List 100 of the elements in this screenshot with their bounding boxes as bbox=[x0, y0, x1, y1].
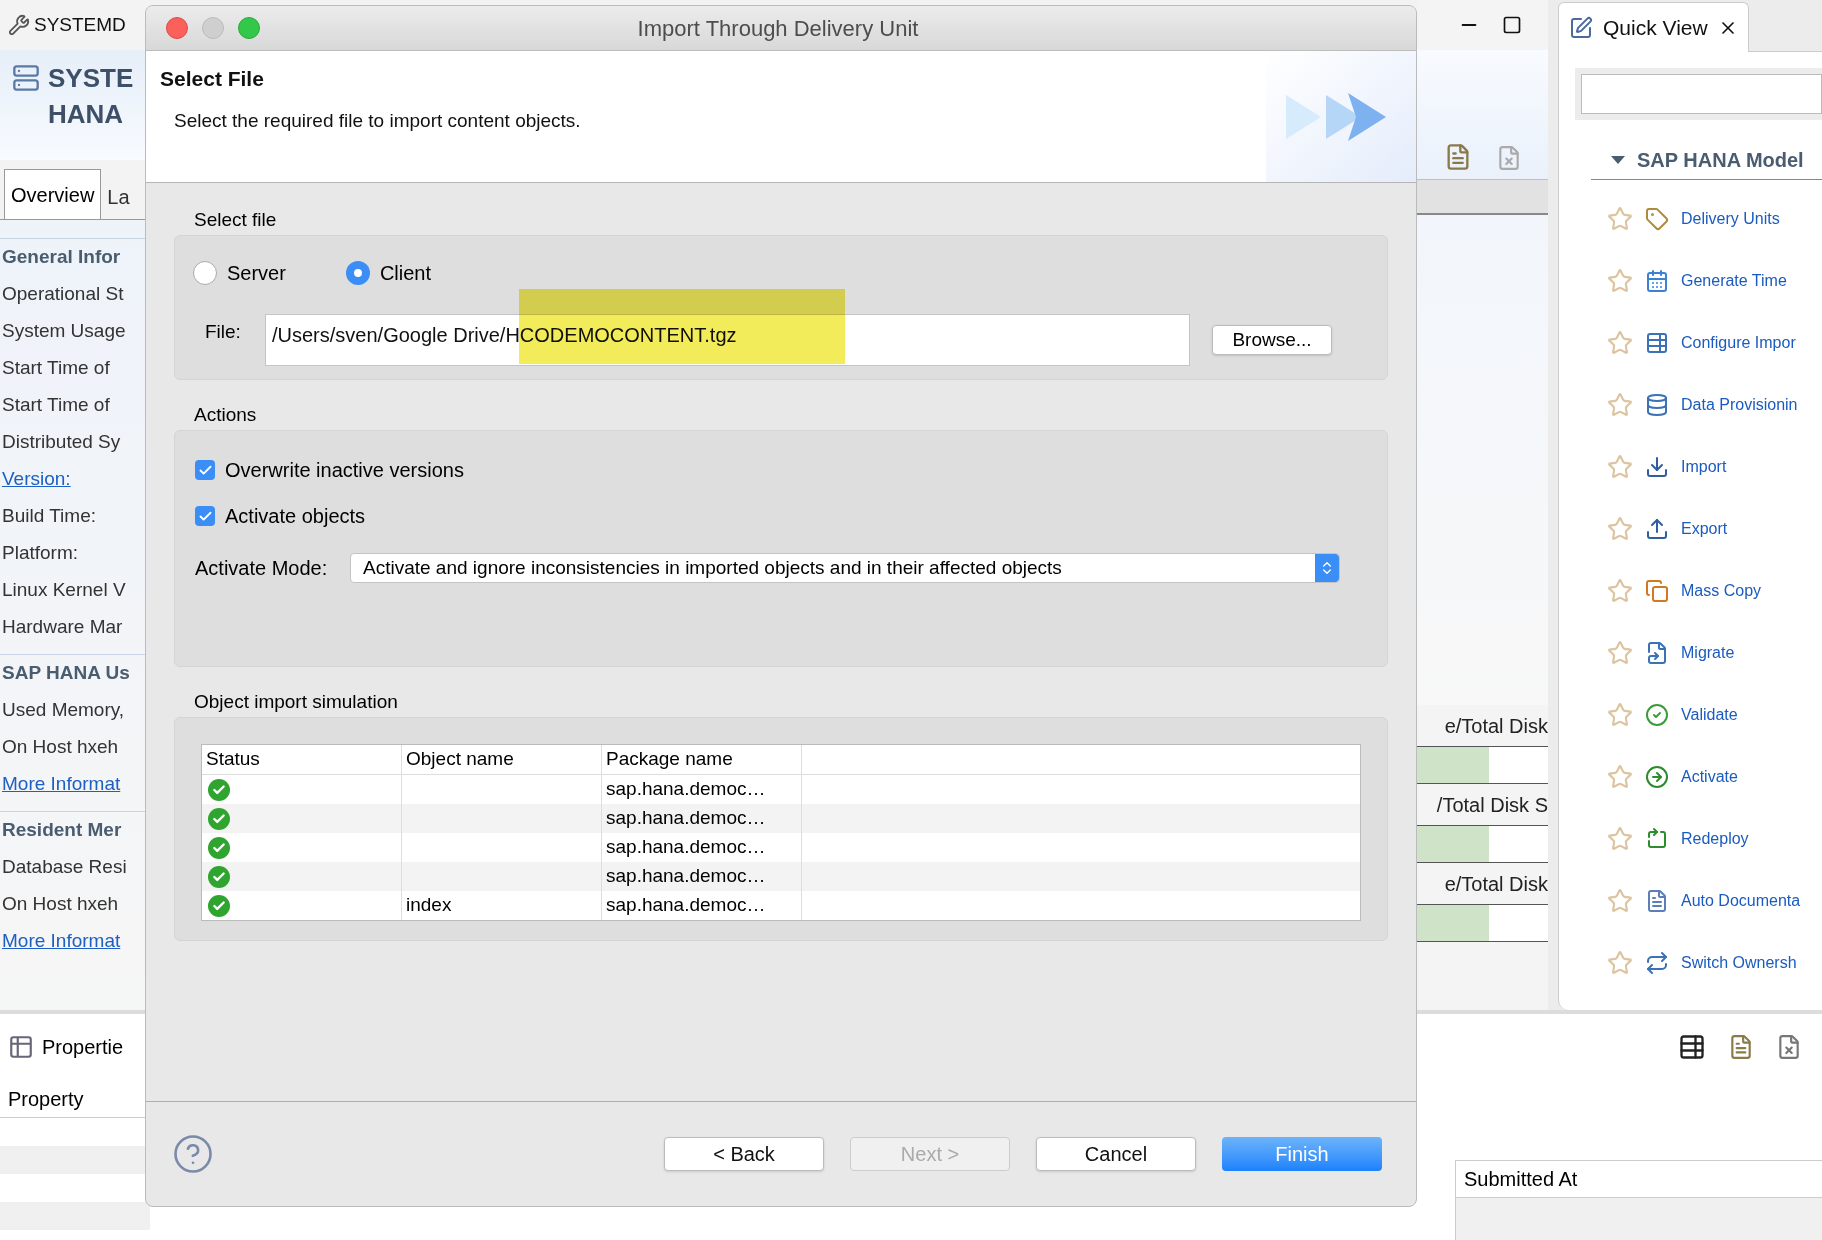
section-heading: General Infor bbox=[1, 245, 121, 270]
quick-view-link[interactable]: Activate bbox=[1681, 765, 1738, 789]
document-remove-icon[interactable] bbox=[1776, 1034, 1802, 1060]
info-label: Linux Kernel V bbox=[1, 578, 126, 603]
panel-tab[interactable]: Propertie bbox=[42, 1032, 124, 1062]
info-link[interactable]: Version: bbox=[0, 465, 71, 494]
column-header[interactable]: Package name bbox=[606, 745, 733, 774]
table-cell-text: sap.hana.democ… bbox=[606, 806, 766, 831]
close-window-button[interactable] bbox=[166, 17, 188, 39]
info-label: Operational St bbox=[1, 282, 124, 307]
favorite-star-icon[interactable] bbox=[1607, 268, 1633, 294]
help-icon[interactable] bbox=[172, 1133, 214, 1175]
quick-view-link[interactable]: Switch Ownersh bbox=[1681, 951, 1797, 975]
column-header: Submitted At bbox=[1464, 1167, 1578, 1192]
collapse-toggle-icon[interactable] bbox=[1611, 155, 1625, 164]
document-remove-icon[interactable] bbox=[1496, 145, 1522, 171]
table-cell-text: sap.hana.democ… bbox=[606, 777, 766, 802]
disk-usage-label: e/Total Disk bbox=[1444, 871, 1548, 897]
import-icon bbox=[1645, 455, 1669, 479]
quick-view-link[interactable]: Data Provisionin bbox=[1681, 393, 1798, 417]
quick-view-link[interactable]: Delivery Units bbox=[1681, 207, 1780, 231]
checkbox[interactable] bbox=[195, 506, 215, 526]
editor-tab[interactable]: La bbox=[101, 175, 136, 219]
section-heading: SAP HANA Us bbox=[1, 661, 130, 686]
info-label: Hardware Mar bbox=[1, 615, 123, 640]
column-header: Property bbox=[8, 1086, 84, 1112]
export-icon bbox=[1645, 517, 1669, 541]
document-icon[interactable] bbox=[1728, 1034, 1754, 1060]
section-label: Select file bbox=[194, 207, 277, 232]
favorite-star-icon[interactable] bbox=[1607, 206, 1633, 232]
radio-button[interactable] bbox=[193, 261, 217, 285]
system-icon bbox=[12, 64, 40, 92]
dialog-title: Import Through Delivery Unit bbox=[637, 14, 919, 43]
dialog-button[interactable]: Cancel bbox=[1036, 1137, 1196, 1171]
favorite-star-icon[interactable] bbox=[1607, 454, 1633, 480]
favorite-star-icon[interactable] bbox=[1607, 330, 1633, 356]
switch-icon bbox=[1645, 951, 1669, 975]
column-header[interactable]: Object name bbox=[406, 745, 514, 774]
checkbox-label[interactable]: Overwrite inactive versions bbox=[225, 455, 464, 485]
editor-tab[interactable]: Overview bbox=[4, 169, 102, 219]
favorite-star-icon[interactable] bbox=[1607, 578, 1633, 604]
favorite-star-icon[interactable] bbox=[1607, 888, 1633, 914]
quick-view-link[interactable]: Import bbox=[1681, 455, 1727, 479]
radio-label[interactable]: Server bbox=[227, 258, 286, 288]
table-icon bbox=[1645, 331, 1669, 355]
favorite-star-icon[interactable] bbox=[1607, 764, 1633, 790]
checkbox-label[interactable]: Activate objects bbox=[225, 501, 366, 531]
maximize-icon[interactable] bbox=[1502, 15, 1522, 35]
redeploy-icon bbox=[1645, 827, 1669, 851]
favorite-star-icon[interactable] bbox=[1607, 950, 1633, 976]
table-cell-text: sap.hana.democ… bbox=[606, 893, 766, 918]
favorite-star-icon[interactable] bbox=[1607, 826, 1633, 852]
table-icon[interactable] bbox=[1678, 1033, 1706, 1061]
quick-view-link[interactable]: Export bbox=[1681, 517, 1728, 541]
info-label: System Usage bbox=[1, 319, 126, 344]
favorite-star-icon[interactable] bbox=[1607, 392, 1633, 418]
group-heading[interactable]: SAP HANA Model bbox=[1637, 144, 1804, 175]
quick-view-link[interactable]: Validate bbox=[1681, 703, 1738, 727]
disk-usage-label: /Total Disk S bbox=[1436, 792, 1548, 818]
editor-title: SYSTE bbox=[48, 62, 134, 95]
table-cell-text: sap.hana.democ… bbox=[606, 835, 766, 860]
document-icon bbox=[1645, 641, 1669, 665]
column-header[interactable]: Status bbox=[206, 745, 260, 774]
favorite-star-icon[interactable] bbox=[1607, 702, 1633, 728]
search-field[interactable] bbox=[1581, 74, 1822, 114]
quick-view-link[interactable]: Migrate bbox=[1681, 641, 1735, 665]
checkbox[interactable] bbox=[195, 460, 215, 480]
info-label: On Host hxeh bbox=[1, 735, 119, 760]
tools-icon bbox=[8, 14, 30, 36]
favorite-star-icon[interactable] bbox=[1607, 516, 1633, 542]
browse-button[interactable]: Browse... bbox=[1212, 325, 1332, 355]
radio-label[interactable]: Client bbox=[379, 258, 432, 288]
info-link[interactable]: More Informat bbox=[0, 770, 121, 799]
quick-view-link[interactable]: Generate Time bbox=[1681, 269, 1787, 293]
edit-icon bbox=[1569, 15, 1593, 40]
tag-icon bbox=[1645, 207, 1669, 231]
radio-button[interactable] bbox=[345, 261, 370, 285]
info-label: Database Resi bbox=[1, 855, 127, 880]
zoom-window-button[interactable] bbox=[238, 17, 260, 39]
table-cell-text: sap.hana.democ… bbox=[606, 864, 766, 889]
window-title: SYSTEMD bbox=[34, 12, 126, 37]
minimize-window-button[interactable] bbox=[202, 17, 224, 39]
table-icon bbox=[8, 1034, 34, 1060]
info-label: Start Time of bbox=[1, 393, 110, 418]
check-circle-icon bbox=[1645, 703, 1669, 727]
quick-view-link[interactable]: Auto Documenta bbox=[1681, 889, 1801, 913]
quick-view-link[interactable]: Redeploy bbox=[1681, 827, 1749, 851]
arrow-circle-icon bbox=[1645, 765, 1669, 789]
quick-view-link[interactable]: Mass Copy bbox=[1681, 579, 1762, 603]
info-label: Used Memory, bbox=[1, 698, 125, 723]
favorite-star-icon[interactable] bbox=[1607, 640, 1633, 666]
document-icon bbox=[1645, 889, 1669, 913]
info-link[interactable]: More Informat bbox=[0, 927, 121, 956]
activate-mode-dropdown[interactable]: Activate and ignore inconsistencies in imported objects and in their affected objects bbox=[350, 553, 1340, 583]
page-title: Select File bbox=[160, 66, 265, 92]
dialog-button[interactable]: < Back bbox=[664, 1137, 824, 1171]
editor-title: HANA bbox=[48, 98, 125, 131]
info-label: Build Time: bbox=[1, 504, 96, 529]
quick-view-link[interactable]: Configure Impor bbox=[1681, 331, 1796, 355]
quick-view-tab[interactable]: Quick View bbox=[1558, 2, 1749, 52]
